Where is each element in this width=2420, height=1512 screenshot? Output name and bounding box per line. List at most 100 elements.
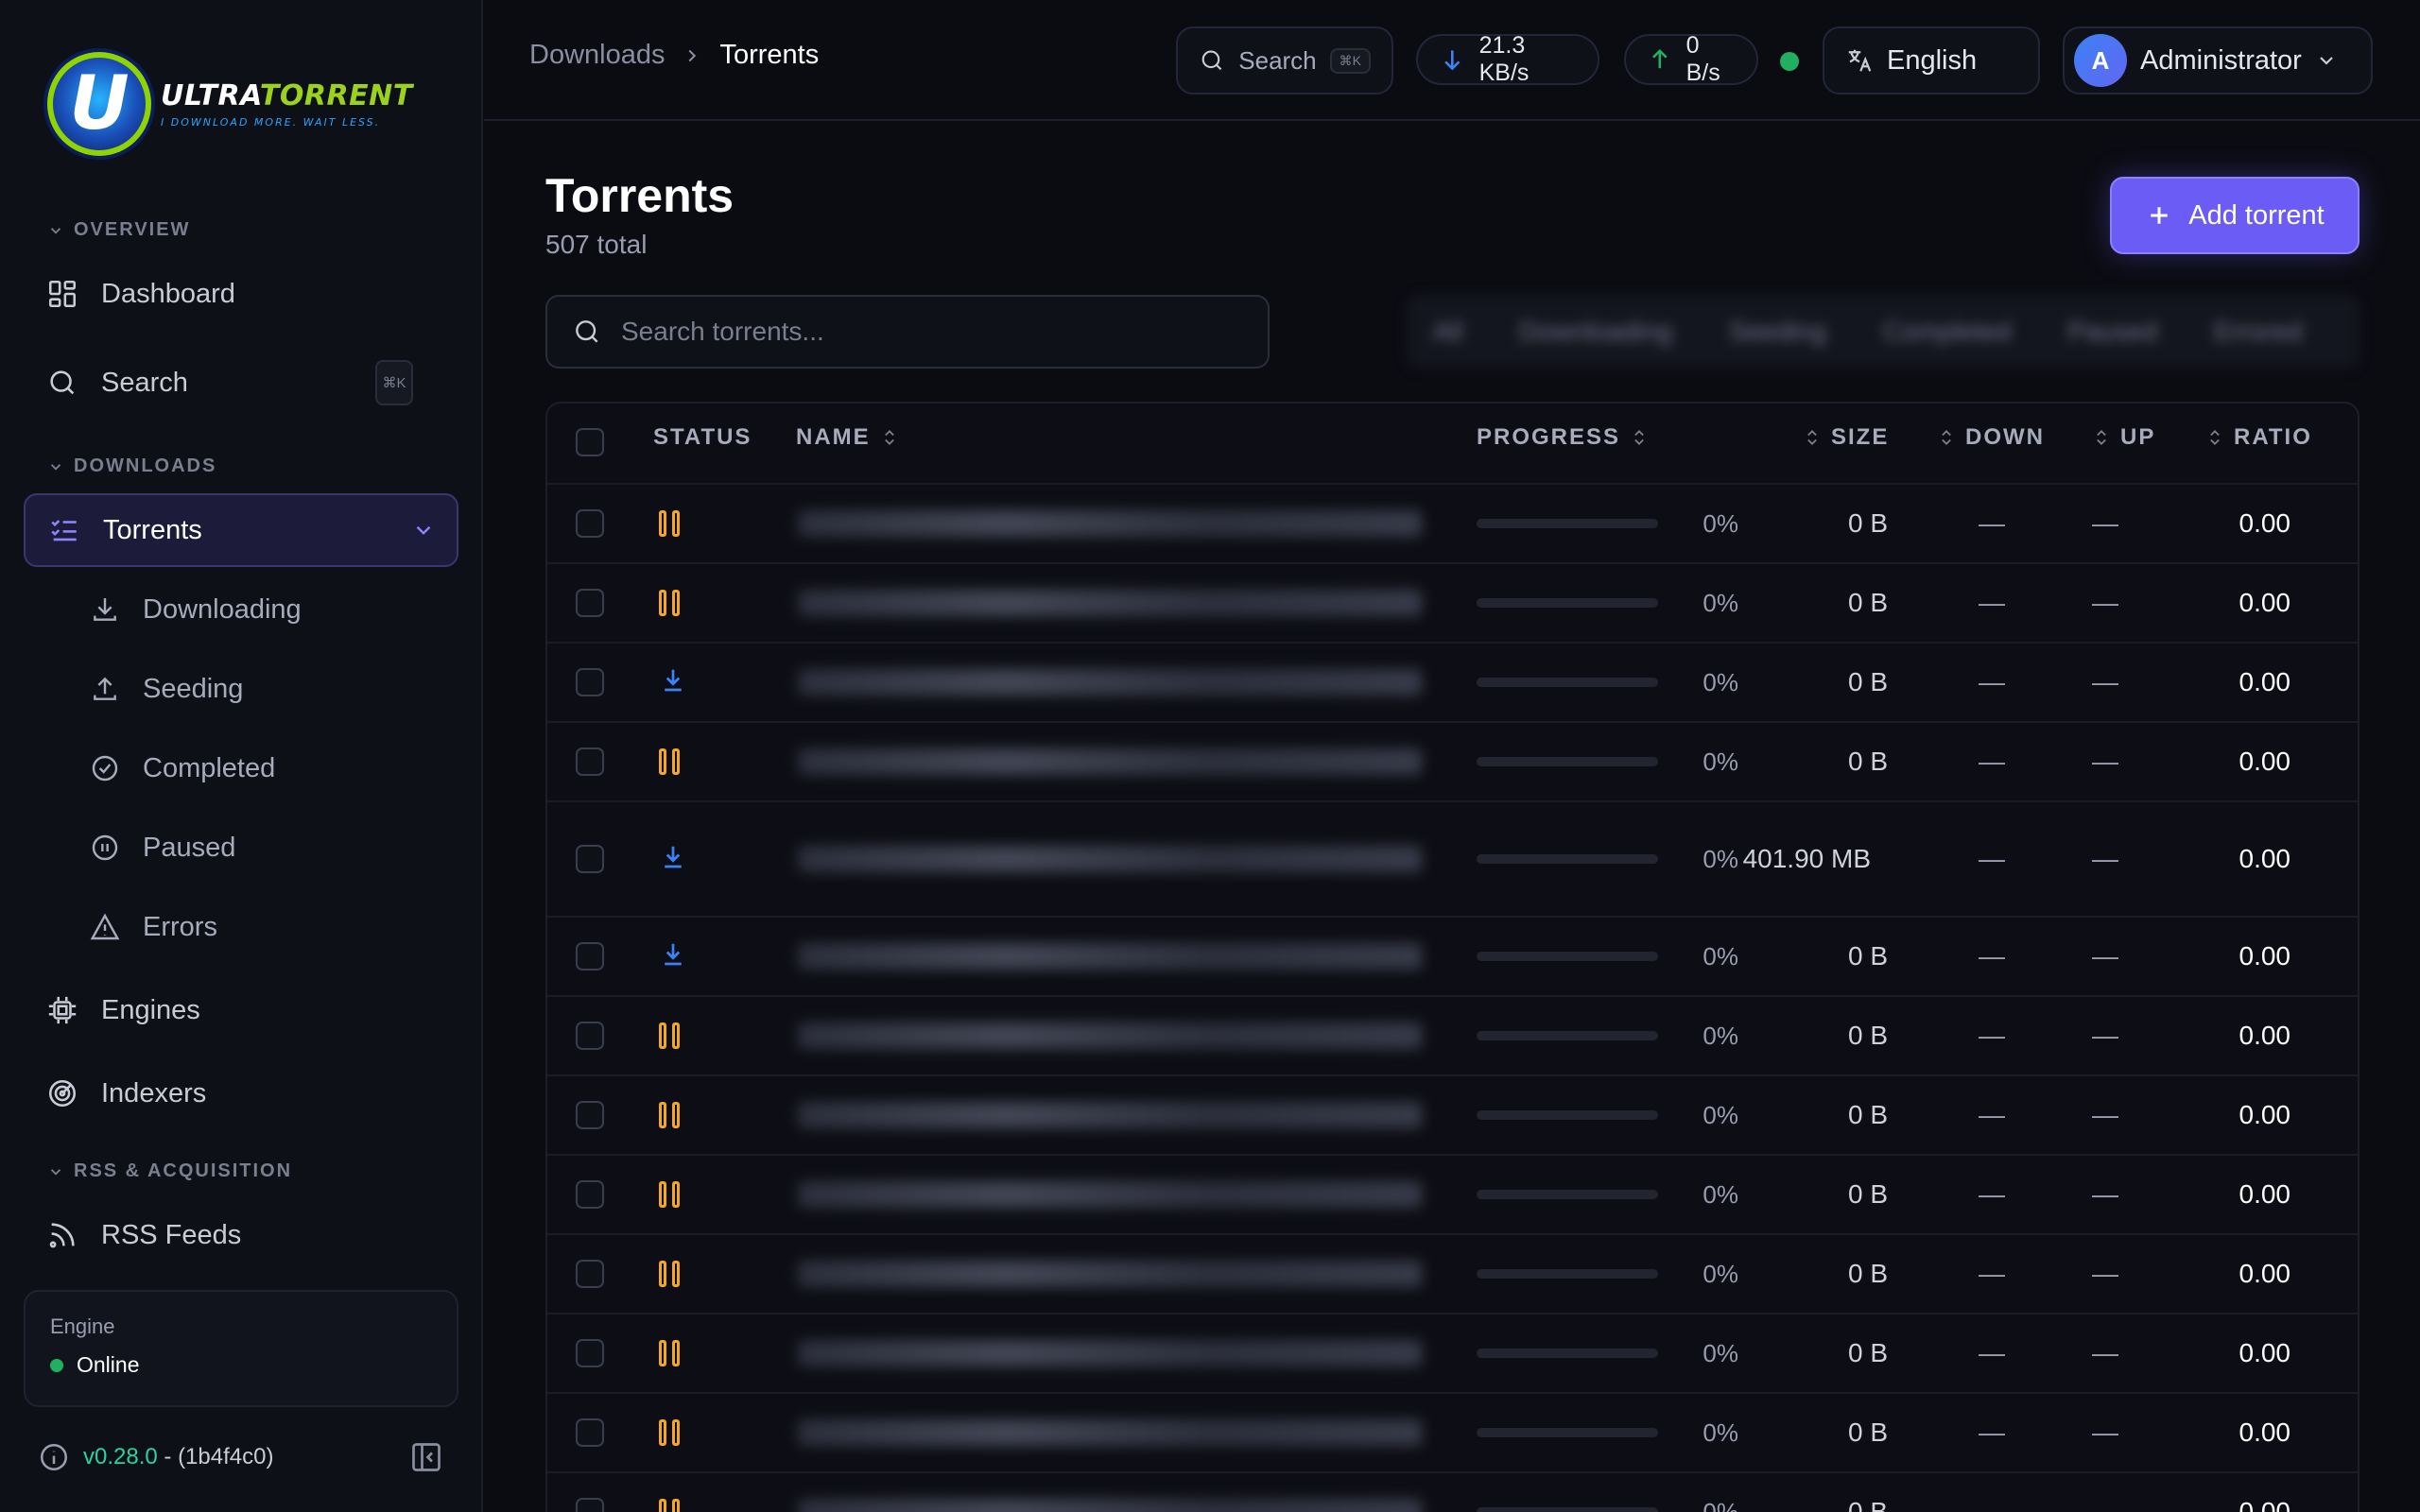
- column-ratio[interactable]: RATIO: [2205, 424, 2312, 451]
- sidebar-item-errors[interactable]: Errors: [90, 894, 458, 960]
- filter-tab-downloading[interactable]: Downloading: [1519, 317, 1672, 347]
- row-name[interactable]: [798, 1473, 1422, 1512]
- add-torrent-button[interactable]: Add torrent: [2110, 177, 2360, 254]
- torrent-search-input[interactable]: Search torrents...: [545, 295, 1270, 369]
- row-checkbox[interactable]: [576, 564, 604, 642]
- row-status: [659, 1156, 680, 1233]
- row-status: [659, 1314, 680, 1392]
- table-row[interactable]: 0% 0 B — — 0.00: [547, 721, 2358, 800]
- arrow-up-icon: [1652, 49, 1668, 69]
- sidebar-item-rss-feeds[interactable]: RSS Feeds: [24, 1198, 458, 1272]
- table-row[interactable]: 0% 0 B — — 0.00: [547, 642, 2358, 721]
- section-overview[interactable]: OVERVIEW: [47, 219, 190, 241]
- column-down-label: DOWN: [1965, 424, 2045, 450]
- row-name[interactable]: [798, 1235, 1422, 1313]
- table-row[interactable]: 0% 0 B — — 0.00: [547, 562, 2358, 642]
- table-row[interactable]: 0% 0 B — — 0.00: [547, 1471, 2358, 1512]
- table-row[interactable]: 0% 0 B — — 0.00: [547, 483, 2358, 562]
- row-name[interactable]: [798, 564, 1422, 642]
- sidebar-item-torrents[interactable]: Torrents: [24, 493, 458, 567]
- column-up[interactable]: UP: [2092, 424, 2155, 451]
- download-speed-indicator: 21.3 KB/s: [1416, 32, 1599, 86]
- breadcrumb: Downloads Torrents: [529, 40, 819, 71]
- row-checkbox[interactable]: [576, 1473, 604, 1512]
- table-row[interactable]: 0% 0 B — — 0.00: [547, 1313, 2358, 1392]
- row-name[interactable]: [798, 997, 1422, 1074]
- row-checkbox[interactable]: [576, 918, 604, 995]
- section-downloads[interactable]: DOWNLOADS: [47, 455, 216, 477]
- sidebar-item-paused[interactable]: Paused: [90, 815, 458, 881]
- collapse-sidebar-icon[interactable]: [409, 1440, 443, 1474]
- row-checkbox[interactable]: [576, 1235, 604, 1313]
- row-name[interactable]: [798, 723, 1422, 800]
- table-row[interactable]: 0% 0 B — — 0.00: [547, 1154, 2358, 1233]
- chevron-down-icon[interactable]: [411, 518, 436, 542]
- section-rss[interactable]: RSS & ACQUISITION: [47, 1160, 292, 1182]
- column-progress[interactable]: PROGRESS: [1477, 424, 1649, 451]
- sidebar-item-completed[interactable]: Completed: [90, 735, 458, 801]
- table-header: STATUS NAME PROGRESS SIZE DOWN UP RATIO: [547, 404, 2358, 483]
- row-down: —: [1979, 1179, 2005, 1209]
- sidebar-item-engines[interactable]: Engines: [24, 973, 458, 1047]
- table-row[interactable]: 0% 0 B — — 0.00: [547, 1392, 2358, 1471]
- row-checkbox[interactable]: [576, 644, 604, 721]
- column-name[interactable]: NAME: [796, 424, 899, 451]
- row-name[interactable]: [798, 1314, 1422, 1392]
- row-down: —: [1979, 508, 2005, 538]
- filter-tab-errored[interactable]: Errored: [2214, 317, 2302, 347]
- upload-speed-value: 0 B/s: [1685, 32, 1720, 86]
- row-checkbox[interactable]: [576, 802, 604, 916]
- sidebar-item-indexers[interactable]: Indexers: [24, 1057, 458, 1130]
- row-name[interactable]: [798, 1394, 1422, 1471]
- table-row[interactable]: 0% 401.90 MB — — 0.00: [547, 800, 2358, 916]
- row-name[interactable]: [798, 1076, 1422, 1154]
- column-down[interactable]: DOWN: [1937, 424, 2045, 451]
- row-name[interactable]: [798, 918, 1422, 995]
- table-row[interactable]: 0% 0 B — — 0.00: [547, 995, 2358, 1074]
- row-name[interactable]: [798, 485, 1422, 562]
- column-up-label: UP: [2120, 424, 2156, 450]
- sidebar-item-downloading[interactable]: Downloading: [90, 576, 458, 643]
- global-search-label: Search: [1238, 45, 1317, 75]
- torrent-name-redacted: [798, 846, 1422, 872]
- row-ratio: 0.00: [2238, 1259, 2291, 1288]
- user-menu[interactable]: A Administrator: [2063, 26, 2373, 94]
- info-icon[interactable]: [38, 1441, 70, 1473]
- user-name: Administrator: [2140, 44, 2302, 76]
- breadcrumb-downloads[interactable]: Downloads: [529, 40, 665, 71]
- select-all-checkbox[interactable]: [576, 428, 604, 456]
- row-name[interactable]: [798, 644, 1422, 721]
- filter-tab-all[interactable]: All: [1433, 317, 1462, 347]
- row-checkbox[interactable]: [576, 1076, 604, 1154]
- table-row[interactable]: 0% 0 B — — 0.00: [547, 1233, 2358, 1313]
- row-checkbox[interactable]: [576, 723, 604, 800]
- filter-tab-seeding[interactable]: Seeding: [1729, 317, 1826, 347]
- table-row[interactable]: 0% 0 B — — 0.00: [547, 1074, 2358, 1154]
- sidebar-item-seeding[interactable]: Seeding: [90, 656, 458, 722]
- filter-tab-paused[interactable]: Paused: [2067, 317, 2157, 347]
- row-checkbox[interactable]: [576, 1156, 604, 1233]
- row-name[interactable]: [798, 1156, 1422, 1233]
- download-arrow-icon: [659, 940, 687, 973]
- column-size[interactable]: SIZE: [1803, 424, 1889, 451]
- row-status: [659, 644, 687, 721]
- table-row[interactable]: 0% 0 B — — 0.00: [547, 916, 2358, 995]
- language-selector[interactable]: English: [1823, 26, 2040, 94]
- row-checkbox[interactable]: [576, 1394, 604, 1471]
- row-checkbox[interactable]: [576, 1314, 604, 1392]
- sidebar-item-dashboard[interactable]: Dashboard: [24, 257, 458, 331]
- global-search-button[interactable]: Search ⌘K: [1176, 26, 1393, 94]
- sort-icon: [884, 430, 894, 445]
- sidebar-item-errors-label: Errors: [143, 911, 217, 942]
- app-logo[interactable]: U ULTRATORRENT I DOWNLOAD MORE. WAIT LES…: [47, 49, 444, 158]
- row-name[interactable]: [798, 802, 1422, 916]
- row-checkbox[interactable]: [576, 485, 604, 562]
- version-number: v0.28.0: [83, 1444, 158, 1469]
- row-up: —: [2092, 941, 2118, 971]
- filter-tab-completed[interactable]: Completed: [1883, 317, 2011, 347]
- row-down: —: [1979, 1021, 2005, 1050]
- row-checkbox[interactable]: [576, 997, 604, 1074]
- row-size: 0 B: [1847, 588, 1888, 617]
- connection-status-dot: [1780, 52, 1799, 71]
- sidebar-item-search[interactable]: Search ⌘K: [24, 346, 458, 420]
